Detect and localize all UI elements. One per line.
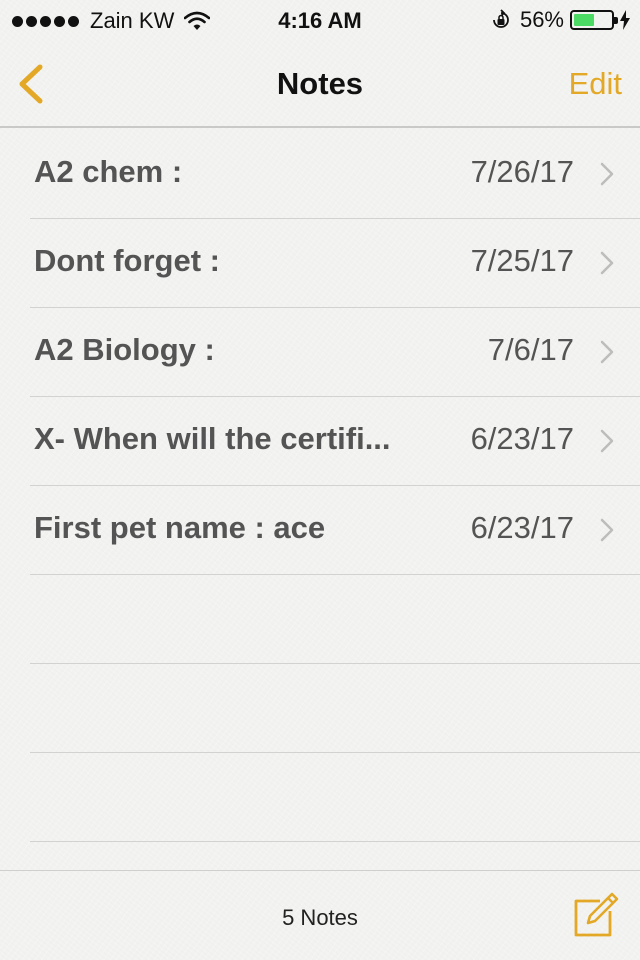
- charging-bolt-icon: [620, 10, 630, 30]
- note-date: 7/25/17: [470, 243, 574, 278]
- note-count: 5 Notes: [282, 905, 358, 930]
- note-row[interactable]: X- When will the certifi... 6/23/17: [30, 397, 640, 486]
- page-title: Notes: [276, 66, 364, 101]
- notes-list: A2 chem : 7/26/17 Dont forget : 7/25/17 …: [0, 130, 640, 842]
- empty-row: [30, 664, 640, 753]
- chevron-right-icon: [600, 251, 614, 275]
- note-row[interactable]: A2 chem : 7/26/17: [30, 130, 640, 219]
- note-row[interactable]: A2 Biology : 7/6/17: [30, 308, 640, 397]
- note-title: X- When will the certifi...: [34, 421, 391, 456]
- note-title: First pet name : ace: [34, 510, 326, 545]
- note-date: 6/23/17: [470, 421, 574, 456]
- chevron-right-icon: [600, 340, 614, 364]
- battery-level-fill: [574, 14, 595, 26]
- note-date: 7/6/17: [487, 332, 574, 367]
- edit-button[interactable]: Edit: [569, 66, 622, 102]
- note-row[interactable]: Dont forget : 7/25/17: [30, 219, 640, 308]
- chevron-right-icon: [600, 429, 614, 453]
- empty-row: [30, 753, 640, 842]
- empty-row: [30, 575, 640, 664]
- battery-percent: 56%: [519, 7, 564, 32]
- status-right: 56%: [490, 7, 630, 33]
- battery-icon: [570, 10, 618, 30]
- note-row[interactable]: First pet name : ace 6/23/17: [30, 486, 640, 575]
- status-bar: Zain KW 4:16 AM 56%: [0, 0, 640, 40]
- compose-icon[interactable]: [572, 889, 620, 939]
- chevron-right-icon: [600, 518, 614, 542]
- note-date: 6/23/17: [470, 510, 574, 545]
- navigation-bar: Notes Edit: [0, 40, 640, 128]
- bottom-toolbar: 5 Notes: [0, 870, 640, 960]
- note-date: 7/26/17: [470, 154, 574, 189]
- rotation-lock-icon: [493, 9, 509, 28]
- chevron-right-icon: [600, 162, 614, 186]
- battery-tip: [614, 17, 618, 24]
- note-title: A2 chem :: [34, 154, 183, 189]
- note-title: A2 Biology :: [34, 332, 215, 367]
- note-title: Dont forget :: [34, 243, 220, 278]
